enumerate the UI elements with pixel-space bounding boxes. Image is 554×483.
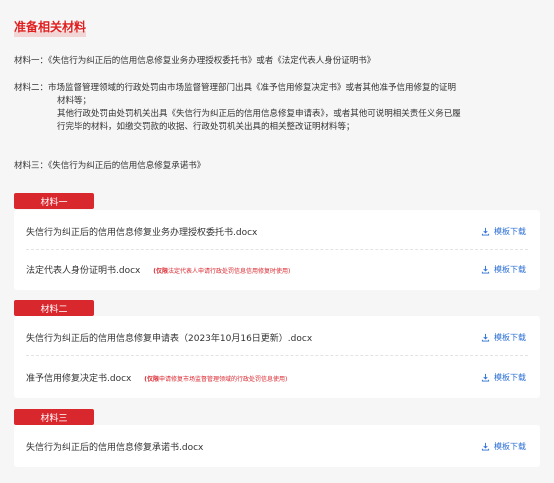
download-label: 模板下载	[494, 332, 526, 342]
usage-note: (仅限申请修复市场监督管理领域的行政处罚信息使用)	[144, 376, 287, 383]
tag-material-2: 材料二	[14, 300, 94, 316]
file-name-text: 准予信用修复决定书.docx	[26, 373, 132, 384]
title-text: 准备相关材料	[14, 20, 87, 34]
material-desc-2-line1: 材料二：市场监督管理领域的行政处罚由市场监督管理部门出具《准予信用修复决定书》或…	[14, 83, 457, 93]
download-label: 模板下载	[494, 264, 526, 274]
material-desc-3: 材料三：《失信行为纠正后的信用信息修复承诺书》	[14, 161, 206, 171]
download-icon	[481, 265, 490, 274]
file-name: 法定代表人身份证明书.docx (仅限法定代表人申请行政处罚信息信用修复时使用)	[26, 263, 290, 276]
download-icon	[481, 373, 490, 382]
materials-page: 准备相关材料 材料一：《失信行为纠正后的信用信息修复业务办理授权委托书》或者《法…	[0, 0, 554, 483]
template-download-link[interactable]: 模板下载	[481, 441, 526, 452]
file-row: 法定代表人身份证明书.docx (仅限法定代表人申请行政处罚信息信用修复时使用)…	[14, 250, 540, 288]
template-download-link[interactable]: 模板下载	[481, 264, 526, 275]
usage-note-prefix: (仅限	[153, 267, 168, 275]
material-desc-2-line2: 材料等；	[57, 96, 92, 106]
usage-note: (仅限法定代表人申请行政处罚信息信用修复时使用)	[153, 268, 290, 275]
file-name: 准予信用修复决定书.docx (仅限申请修复市场监督管理领域的行政处罚信息使用)	[26, 371, 287, 384]
template-download-link[interactable]: 模板下载	[481, 372, 526, 383]
material-desc-2: 材料二：市场监督管理领域的行政处罚由市场监督管理部门出具《准予信用修复决定书》或…	[14, 82, 544, 134]
material-desc-2-line3: 其他行政处罚由处罚机关出具《失信行为纠正后的信用信息修复申请表》，或者其他可说明…	[57, 109, 461, 119]
file-name: 失信行为纠正后的信用信息修复申请表（2023年10月16日更新）.docx	[26, 333, 313, 344]
usage-note-text: 法定代表人申请行政处罚信息信用修复时使用)	[167, 267, 291, 275]
download-label: 模板下载	[494, 372, 526, 382]
section-title: 准备相关材料	[14, 18, 87, 37]
usage-note-text: 申请修复市场监督管理领域的行政处罚信息使用)	[158, 375, 288, 383]
file-row: 失信行为纠正后的信用信息修复业务办理授权委托书.docx 模板下载	[14, 212, 540, 250]
file-row: 失信行为纠正后的信用信息修复申请表（2023年10月16日更新）.docx 模板…	[14, 318, 540, 356]
file-name-text: 法定代表人身份证明书.docx	[26, 265, 141, 276]
tag-material-3: 材料三	[14, 409, 94, 425]
file-name: 失信行为纠正后的信用信息修复业务办理授权委托书.docx	[26, 227, 258, 238]
template-download-link[interactable]: 模板下载	[481, 226, 526, 237]
divider	[26, 355, 528, 356]
usage-note-prefix: (仅限	[144, 375, 159, 383]
material-1-card: 失信行为纠正后的信用信息修复业务办理授权委托书.docx 模板下载 法定代表人身…	[14, 210, 540, 290]
download-label: 模板下载	[494, 441, 526, 451]
material-desc-1: 材料一：《失信行为纠正后的信用信息修复业务办理授权委托书》或者《法定代表人身份证…	[14, 56, 376, 66]
download-label: 模板下载	[494, 226, 526, 236]
material-2-card: 失信行为纠正后的信用信息修复申请表（2023年10月16日更新）.docx 模板…	[14, 316, 540, 398]
download-icon	[481, 227, 490, 236]
file-name: 失信行为纠正后的信用信息修复承诺书.docx	[26, 442, 204, 453]
file-row: 准予信用修复决定书.docx (仅限申请修复市场监督管理领域的行政处罚信息使用)…	[14, 358, 540, 396]
file-row: 失信行为纠正后的信用信息修复承诺书.docx 模板下载	[14, 427, 540, 465]
tag-material-1: 材料一	[14, 193, 94, 209]
material-desc-2-line4: 行完毕的材料，如缴交罚款的收据、行政处罚机关出具的相关整改证明材料等；	[57, 122, 355, 132]
download-icon	[481, 333, 490, 342]
material-3-card: 失信行为纠正后的信用信息修复承诺书.docx 模板下载	[14, 425, 540, 467]
download-icon	[481, 442, 490, 451]
template-download-link[interactable]: 模板下载	[481, 332, 526, 343]
